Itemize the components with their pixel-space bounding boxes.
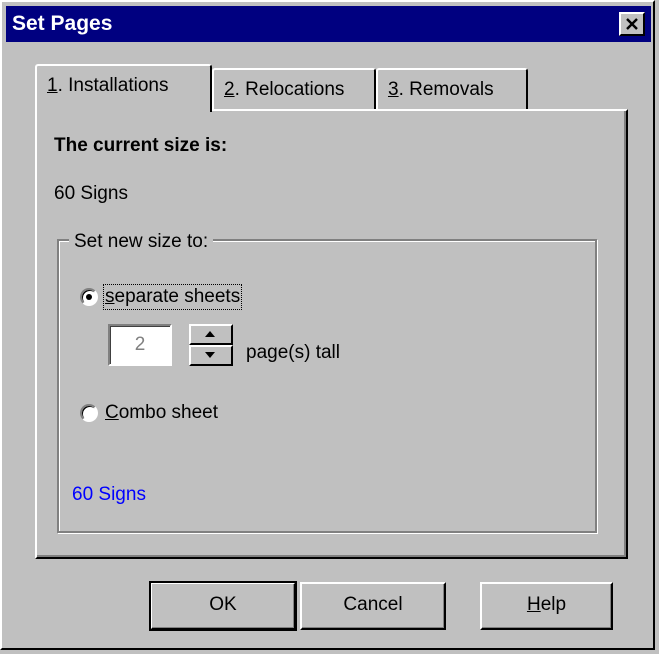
set-pages-dialog: Set Pages 1. Installations 2. Relocation… bbox=[0, 0, 655, 650]
result-size-text: 60 Signs bbox=[72, 484, 146, 505]
cancel-button[interactable]: Cancel bbox=[300, 582, 446, 630]
arrow-down-icon bbox=[205, 352, 215, 358]
tab-removals[interactable]: 3. Removals bbox=[376, 68, 528, 110]
close-icon bbox=[626, 18, 638, 30]
pages-tall-label: page(s) tall bbox=[246, 342, 340, 363]
combo-sheet-mnemonic: C bbox=[105, 402, 119, 423]
tab-relocations-mnemonic: 2 bbox=[224, 79, 235, 100]
tab-installations[interactable]: 1. Installations bbox=[35, 64, 212, 112]
tab-relocations-label: . Relocations bbox=[234, 79, 345, 100]
radio-selected-dot bbox=[86, 294, 92, 300]
current-size-label: The current size is: bbox=[54, 135, 228, 156]
window-title: Set Pages bbox=[12, 12, 113, 35]
separate-sheets-text: eparate sheets bbox=[114, 286, 241, 307]
combo-sheet-text: ombo sheet bbox=[118, 402, 219, 423]
tab-removals-mnemonic: 3 bbox=[388, 79, 399, 100]
spin-down-button[interactable] bbox=[189, 345, 233, 366]
separate-sheets-mnemonic: s bbox=[105, 286, 115, 307]
tab-installations-mnemonic: 1 bbox=[47, 75, 58, 96]
help-button[interactable]: Help bbox=[480, 582, 613, 630]
tab-installations-label: . Installations bbox=[57, 75, 169, 96]
help-mnemonic: H bbox=[526, 594, 541, 615]
new-size-group-label: Set new size to: bbox=[69, 231, 214, 253]
combo-sheet-radio[interactable] bbox=[80, 404, 98, 422]
pages-tall-input[interactable]: 2 bbox=[108, 324, 172, 366]
tab-removals-label: . Removals bbox=[398, 79, 494, 100]
arrow-up-icon bbox=[205, 331, 215, 337]
ok-button[interactable]: OK bbox=[149, 581, 297, 631]
current-size-value: 60 Signs bbox=[54, 183, 128, 204]
separate-sheets-label[interactable]: separate sheets bbox=[102, 284, 243, 310]
tab-relocations[interactable]: 2. Relocations bbox=[212, 68, 376, 110]
combo-sheet-label[interactable]: Combo sheet bbox=[105, 402, 218, 424]
help-label: elp bbox=[540, 594, 567, 615]
title-bar[interactable]: Set Pages bbox=[6, 6, 651, 42]
spin-up-button[interactable] bbox=[189, 324, 233, 345]
separate-sheets-radio[interactable] bbox=[80, 288, 98, 306]
close-button[interactable] bbox=[619, 12, 645, 36]
